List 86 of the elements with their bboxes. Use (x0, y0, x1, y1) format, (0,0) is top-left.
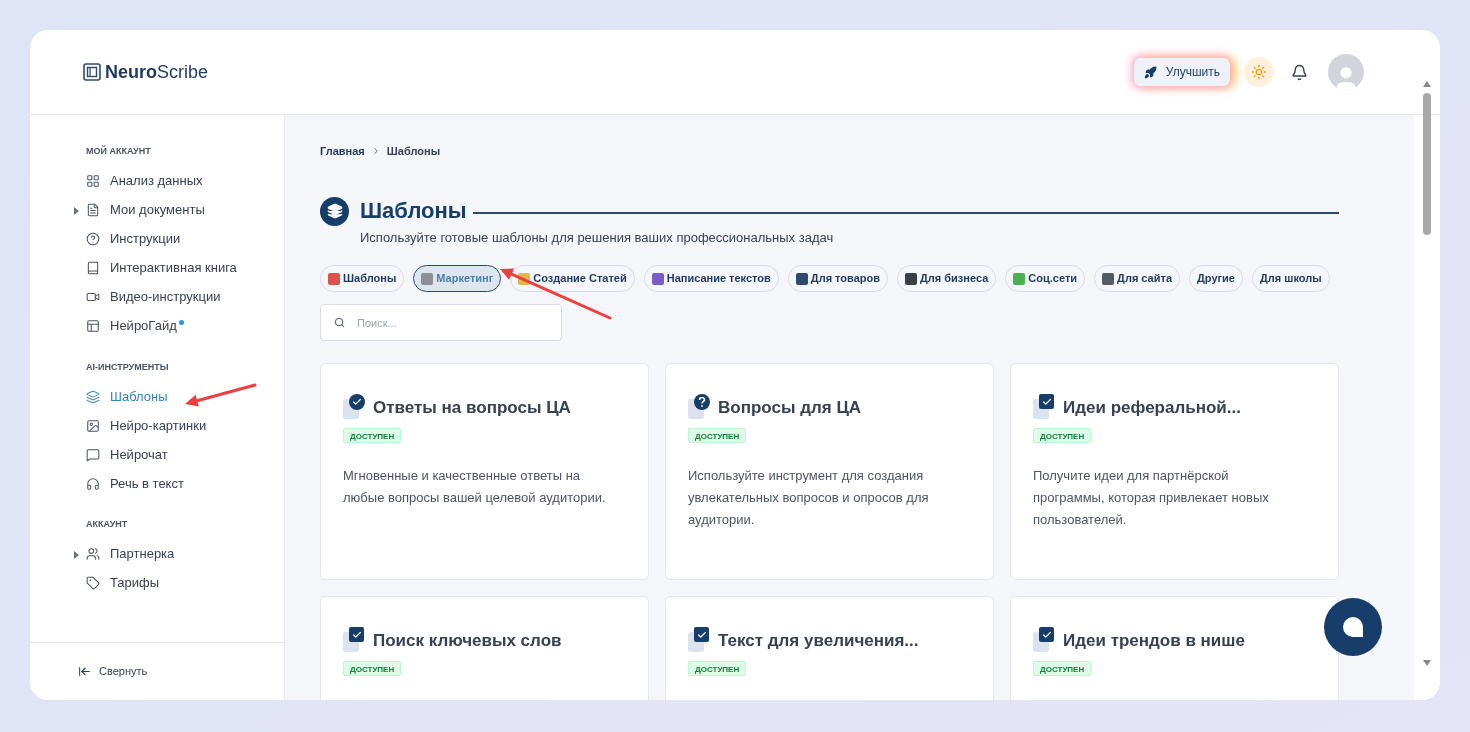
scroll-down-icon[interactable] (1423, 660, 1431, 666)
sidebar-item[interactable]: НейроГайд (110, 316, 177, 336)
status-tag: ДОСТУПЕН (688, 661, 747, 676)
template-card[interactable]: Идеи реферальной... ДОСТУПЕН Получите идеи для партнёрской программы, которая привлекает новых пользователей. (1010, 363, 1339, 580)
help-icon (86, 232, 100, 246)
users-icon (86, 547, 100, 561)
template-card[interactable]: Вопросы для ЦА ДОСТУПЕН Используйте инструмент для создания увлекательных вопросов и опросов для аудитории. (665, 363, 994, 580)
document-icon (86, 203, 100, 217)
layout-icon (86, 319, 100, 333)
card-title: Идеи трендов в нише (1063, 629, 1245, 652)
template-card[interactable]: Текст для увеличения... ДОСТУПЕН (665, 596, 994, 700)
video-icon (86, 290, 100, 304)
category-chip[interactable]: Для сайта (1094, 265, 1180, 292)
scrollbar-thumb[interactable] (1423, 93, 1431, 235)
section-heading: АККАУНТ (85, 518, 129, 531)
sidebar-item[interactable]: Речь в текст (110, 473, 184, 494)
checkmark-badge-icon (1033, 627, 1057, 653)
sidebar-item[interactable]: Видео-инструкции (110, 287, 221, 307)
category-chip[interactable]: Создание Статей (510, 265, 635, 292)
collapse-icon (78, 665, 91, 678)
checkmark-badge-icon (343, 394, 367, 420)
category-chip[interactable]: Написание текстов (643, 265, 779, 292)
card-description: Используйте инструмент для создания увлекательных вопросов и опросов для аудитории. (688, 467, 930, 529)
card-title: Ответы на вопросы ЦА (373, 396, 571, 419)
card-description: Получите идеи для партнёрской программы, которая привлекает новых пользователей. (1033, 467, 1270, 529)
sidebar-item[interactable]: Тарифы (110, 573, 160, 593)
sidebar-item[interactable]: Мои документы (110, 200, 205, 220)
layers-icon (86, 389, 100, 404)
template-card[interactable]: Идеи трендов в нише ДОСТУПЕН (1010, 596, 1339, 700)
card-title: Текст для увеличения... (718, 629, 919, 652)
section-heading: МОЙ АККАУНТ (85, 145, 152, 158)
status-tag: ДОСТУПЕН (343, 428, 402, 443)
category-chip[interactable]: Для товаров (787, 265, 888, 292)
checkmark-badge-icon (343, 627, 367, 653)
upgrade-button[interactable]: Улучшить (1133, 58, 1230, 86)
category-chip[interactable]: Другие (1189, 265, 1243, 292)
sun-icon (1251, 64, 1267, 80)
breadcrumb-link[interactable]: Шаблоны (386, 143, 441, 160)
category-chip[interactable]: Для школы (1252, 265, 1330, 292)
checkmark-badge-icon (1033, 394, 1057, 420)
logo-text: NeuroScribe (105, 60, 209, 84)
card-title: Идеи реферальной... (1063, 396, 1241, 419)
theme-toggle[interactable] (1244, 57, 1274, 87)
sidebar-item[interactable]: Нейрочат (110, 444, 168, 465)
status-tag: ДОСТУПЕН (1033, 661, 1092, 676)
bell-icon (1290, 63, 1308, 81)
status-tag: ДОСТУПЕН (343, 661, 402, 676)
layers-icon (320, 196, 349, 226)
breadcrumb-link[interactable]: Главная (320, 143, 365, 160)
expand-caret-icon[interactable] (74, 206, 79, 215)
question-badge-icon (688, 394, 712, 420)
sidebar-item[interactable]: Интерактивная книга (110, 258, 237, 278)
category-chip[interactable]: Шаблоны (320, 265, 405, 292)
image-icon (86, 418, 100, 433)
template-card[interactable]: Поиск ключевых слов ДОСТУПЕН (320, 596, 649, 700)
search-field[interactable]: Поиск... (320, 304, 562, 341)
search-icon (334, 317, 345, 328)
book-icon (86, 261, 100, 275)
logo-icon (83, 63, 101, 81)
rocket-icon (1143, 65, 1157, 79)
card-title: Вопросы для ЦА (718, 396, 862, 419)
collapse-button[interactable]: Свернуть (99, 663, 148, 680)
category-chip[interactable]: Для бизнеса (897, 265, 997, 292)
sidebar-item[interactable]: Инструкции (110, 229, 181, 249)
chat-bubble-icon (1341, 615, 1365, 639)
category-chip[interactable]: Соц.сети (1005, 265, 1086, 292)
status-tag: ДОСТУПЕН (688, 428, 747, 443)
chat-icon (86, 447, 100, 462)
sidebar-item[interactable]: Анализ данных (110, 171, 203, 191)
card-title: Поиск ключевых слов (373, 629, 562, 652)
card-description: Мгновенные и качественные ответы на любые вопросы вашей целевой аудитории. (343, 467, 607, 507)
section-heading: AI-ИНСТРУМЕНТЫ (85, 360, 170, 374)
page-subtitle: Используйте готовые шаблоны для решения ваших профессиональных задач (360, 228, 835, 247)
annotation-arrow (185, 383, 257, 407)
headphones-icon (86, 476, 100, 491)
sidebar-item[interactable]: Шаблоны (110, 386, 168, 407)
template-card[interactable]: Ответы на вопросы ЦА ДОСТУПЕН Мгновенные и качественные ответы на любые вопросы вашей целевой аудитории. (320, 363, 649, 580)
scroll-up-icon[interactable] (1423, 81, 1431, 87)
page-title: Шаблоны (360, 200, 467, 222)
tag-icon (86, 576, 100, 590)
sidebar-item[interactable]: Партнерка (110, 544, 175, 564)
sidebar-item[interactable]: Нейро-картинки (110, 415, 207, 436)
expand-caret-icon[interactable] (74, 550, 79, 559)
grid-icon (86, 174, 100, 188)
checkmark-badge-icon (688, 627, 712, 653)
status-tag: ДОСТУПЕН (1033, 428, 1092, 443)
